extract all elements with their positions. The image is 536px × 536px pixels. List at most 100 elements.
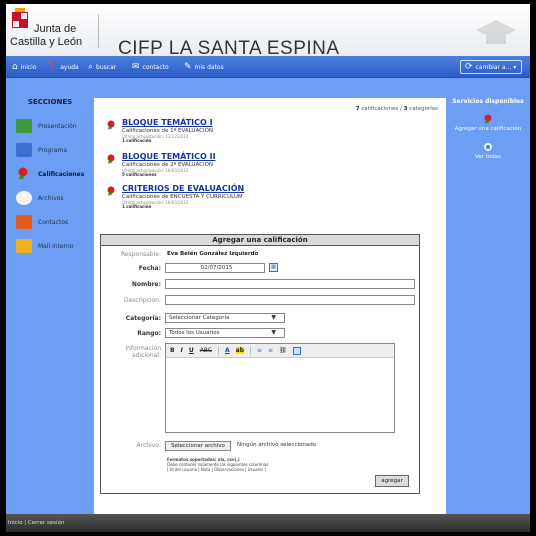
category-block: CRITERIOS DE EVALUACIÓN Calificaciones d… [106, 184, 346, 212]
archivo-label: Archivo: [136, 442, 161, 449]
ribbon-icon [107, 154, 115, 164]
editor-toolbar: B I U ABC A ab ≡ ≡ ⛓ [166, 344, 394, 358]
nav-buscar[interactable]: ⌕ buscar [88, 61, 116, 73]
graduation-cap-icon [476, 20, 516, 44]
view-all-icon [484, 143, 492, 151]
crest-icon [12, 8, 28, 34]
category-count: 1 calificación [122, 204, 152, 209]
category-select-value: Seleccionar Categoría [169, 315, 230, 321]
rich-text-editor[interactable]: B I U ABC A ab ≡ ≡ ⛓ [165, 343, 395, 433]
junta-logo[interactable]: Junta de Castilla y León [10, 8, 88, 52]
nav-ayuda[interactable]: ❓ ayuda [46, 61, 79, 73]
sidebar-item-presentacion[interactable]: Presentación [12, 118, 88, 134]
page-body: SECCIONES Presentación Programa Califica… [6, 78, 530, 514]
sidebar-heading: SECCIONES [27, 98, 73, 106]
browser-page: Junta de Castilla y León CIFP LA SANTA E… [6, 4, 530, 532]
sidebar-item-programa[interactable]: Programa [12, 142, 88, 158]
dropdown-arrow-icon: ▼ [271, 314, 276, 321]
category-select[interactable]: Seleccionar Categoría ▼ [165, 313, 285, 323]
source-view-button[interactable] [292, 346, 301, 355]
add-grade-label: Agregar una calificación [454, 126, 522, 132]
file-help-text: Formatos soportados: xls, csv(,) Debe co… [167, 457, 387, 472]
nav-mis-datos-label: mis datos [194, 63, 224, 71]
description-field[interactable] [165, 295, 415, 305]
sidebar-item-mail[interactable]: Mail interno [12, 238, 88, 254]
sidebar-item-calificaciones[interactable]: Calificaciones [12, 166, 88, 182]
home-icon: ⌂ [12, 62, 18, 72]
dropdown-arrow-icon: ▼ [271, 329, 276, 336]
ribbon-icon [107, 186, 115, 196]
responsable-label: Responsable: [121, 251, 161, 258]
name-field[interactable] [165, 279, 415, 289]
logo-text-region: Castilla y León [10, 36, 83, 48]
toolbar-separator [218, 346, 219, 355]
nav-inicio-label: inicio [20, 63, 37, 71]
pencil-icon: ✎ [184, 62, 192, 72]
toolbar-separator [250, 346, 251, 355]
file-help-line: [ Id del usuario | Nota | Observaciones … [167, 467, 266, 472]
descripcion-label: Descripción: [123, 297, 161, 304]
category-title-link[interactable]: BLOQUE TEMÁTICO I [122, 118, 213, 127]
category-title-link[interactable]: CRITERIOS DE EVALUACIÓN [122, 184, 244, 193]
nav-contacto[interactable]: ✉ contacto [132, 61, 169, 73]
calendar-icon[interactable]: ▦ [269, 263, 278, 272]
italic-button[interactable]: I [181, 347, 183, 354]
services-sidebar: Servicios disponibles Agregar una califi… [450, 98, 526, 514]
sidebar-item-label: Presentación [38, 122, 77, 130]
choose-file-button[interactable]: Seleccionar archivo [165, 441, 231, 451]
switch-icon: ⟳ [465, 62, 473, 72]
ribbon-icon [484, 114, 492, 124]
nombre-label: Nombre: [131, 281, 161, 288]
help-icon: ❓ [46, 62, 58, 72]
nav-buscar-label: buscar [96, 63, 117, 71]
category-block: BLOQUE TEMÁTICO I Calificaciones de 1ª E… [106, 118, 346, 146]
form-heading: Agregar una calificación [101, 235, 419, 246]
nav-inicio[interactable]: ⌂ inicio [12, 61, 37, 73]
category-block: BLOQUE TEMÁTICO II Calificaciones de 2ª … [106, 152, 346, 180]
ribbon-icon [107, 120, 115, 130]
highlight-button[interactable]: ab [235, 347, 244, 354]
sections-sidebar: SECCIONES Presentación Programa Califica… [12, 98, 88, 514]
divider [98, 14, 99, 48]
switch-course-dropdown[interactable]: ⟳ cambiar a... ▾ [460, 60, 522, 74]
chevron-down-icon: ▾ [513, 63, 517, 71]
underline-button[interactable]: U [189, 347, 194, 354]
sidebar-item-contactos[interactable]: Contactos [12, 214, 88, 230]
ribbon-icon [16, 167, 32, 181]
link-button[interactable]: ⛓ [279, 347, 287, 354]
submit-button[interactable]: agregar [375, 475, 409, 487]
footer-bar[interactable]: Inicio | Cerrar sesión [6, 514, 530, 532]
services-heading: Servicios disponibles [452, 98, 524, 105]
numbered-list-button[interactable]: ≡ [257, 347, 262, 354]
strike-button[interactable]: ABC [200, 347, 212, 354]
info-label-1: Información [125, 345, 161, 352]
grades-count: 7 [355, 106, 360, 112]
categories-label: categorías [409, 106, 438, 112]
text-color-button[interactable]: A [225, 347, 230, 354]
category-title-link[interactable]: BLOQUE TEMÁTICO II [122, 152, 216, 161]
view-all-link[interactable]: Ver todas [450, 142, 526, 160]
fecha-label: Fecha: [138, 265, 161, 272]
sidebar-item-archivos[interactable]: Archivos [12, 190, 88, 206]
category-count: 5 calificaciones [122, 172, 157, 177]
info-label-2: adicional: [132, 352, 161, 359]
categories-count: 3 [403, 106, 408, 112]
presentation-icon [16, 119, 32, 133]
site-header: Junta de Castilla y León CIFP LA SANTA E… [6, 4, 530, 59]
main-content: 7 calificaciones / 3 categorías BLOQUE T… [94, 98, 446, 514]
program-icon [16, 143, 32, 157]
file-status: Ningún archivo seleccionado [237, 442, 317, 448]
search-icon: ⌕ [88, 62, 94, 72]
nav-mis-datos[interactable]: ✎ mis datos [184, 61, 224, 73]
bullet-list-button[interactable]: ≡ [268, 347, 273, 354]
rango-label: Rango: [137, 330, 161, 337]
bold-button[interactable]: B [170, 347, 175, 354]
category-count: 1 calificación [122, 138, 152, 143]
add-grade-link[interactable]: Agregar una calificación [450, 114, 526, 132]
responsable-value: Eva Belén González Izquierdo [167, 251, 259, 257]
logo-text-junta: Junta de [34, 23, 77, 35]
date-input[interactable]: 02/07/2015 [165, 263, 265, 273]
add-grade-form: Agregar una calificación Responsable: Ev… [100, 234, 420, 494]
range-select[interactable]: Todos los Usuarios ▼ [165, 328, 285, 338]
mail-icon [16, 239, 32, 253]
